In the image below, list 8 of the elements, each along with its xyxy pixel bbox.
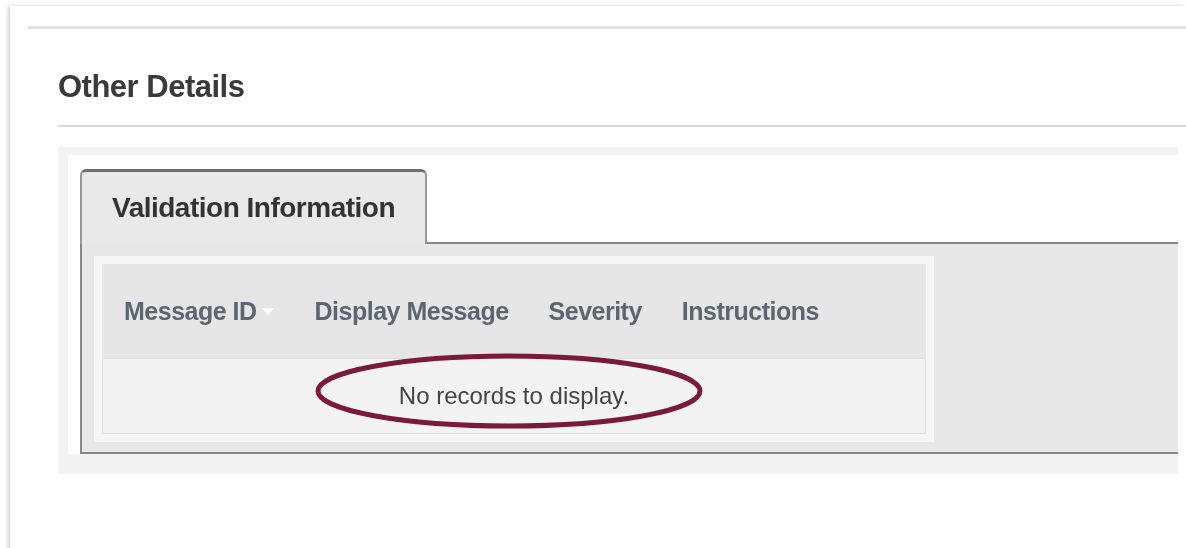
tab[interactable]: Validation Information <box>80 169 427 244</box>
column-header[interactable]: Instructions <box>681 296 819 326</box>
column-header[interactable]: Display Message <box>314 296 509 326</box>
column-header[interactable]: Severity <box>548 296 642 326</box>
section-title: Other Details <box>58 68 246 106</box>
column-header[interactable]: Message ID <box>124 296 275 326</box>
empty-message: No records to display. <box>398 382 630 410</box>
sort-caret-icon <box>260 306 275 316</box>
